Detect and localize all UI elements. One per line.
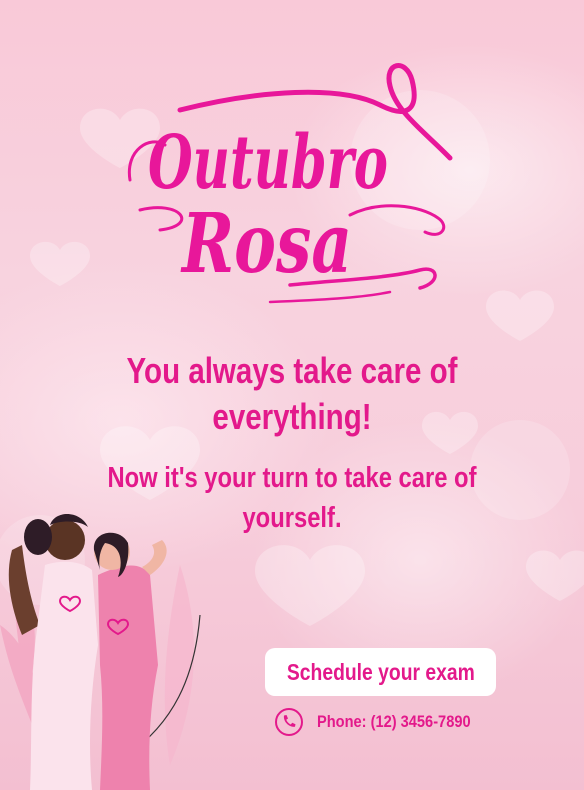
poster: Outubro Rosa You always take care of eve… <box>0 0 584 790</box>
phone-contact[interactable]: Phone: (12) 3456-7890 <box>274 706 496 738</box>
headline: You always take care of everything! <box>126 350 458 437</box>
phone-number: Phone: (12) 3456-7890 <box>317 712 471 731</box>
phone-icon <box>275 708 303 736</box>
outubro-rosa-logo: Outubro Rosa <box>127 63 453 304</box>
logo-title-line2: Rosa <box>180 196 352 292</box>
schedule-exam-label: Schedule your exam <box>286 658 475 685</box>
women-illustration <box>0 513 201 790</box>
schedule-exam-button[interactable]: Schedule your exam <box>265 648 496 696</box>
logo-title-line1: Outubro <box>148 120 388 206</box>
